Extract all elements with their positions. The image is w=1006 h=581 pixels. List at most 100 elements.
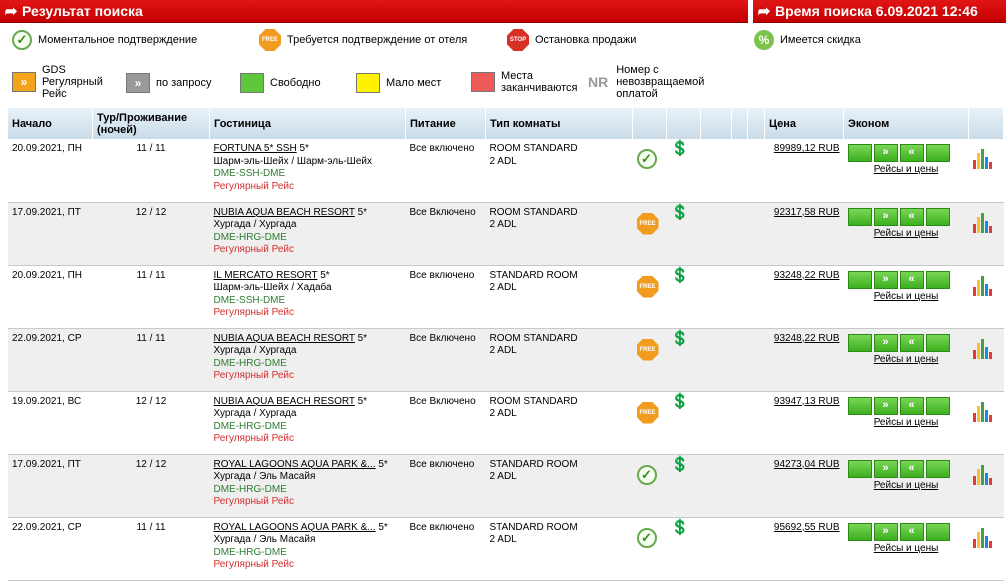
arrow-icon: ➦	[757, 3, 771, 20]
forward-flight-button[interactable]: »	[873, 459, 898, 478]
econom-cell: » « Рейсы и цены	[843, 454, 969, 518]
flights-prices-link[interactable]: Рейсы и цены	[848, 354, 965, 367]
price-link[interactable]: 94273,04 RUB	[774, 459, 840, 470]
flights-prices-link[interactable]: Рейсы и цены	[848, 291, 965, 304]
forward-flight-button[interactable]: »	[873, 270, 898, 289]
forward-flight-button[interactable]: »	[873, 396, 898, 415]
nights: 12 / 12	[92, 202, 210, 266]
price-link[interactable]: 93248,22 RUB	[774, 333, 840, 344]
bar-chart-icon[interactable]	[972, 212, 1000, 233]
econom-buttons: » «	[847, 522, 965, 541]
hotel-link[interactable]: FORTUNA 5* SSH	[214, 143, 297, 154]
hotel-stars: 5*	[357, 332, 368, 344]
flights-prices-link[interactable]: Рейсы и цены	[848, 480, 965, 493]
econom-book-button[interactable]	[847, 522, 872, 541]
hotel-link[interactable]: NUBIA AQUA BEACH RESORT	[214, 333, 355, 344]
legend-label: Мало мест	[386, 77, 442, 89]
hotel-link[interactable]: NUBIA AQUA BEACH RESORT	[214, 207, 355, 218]
bar-chart-icon[interactable]	[972, 275, 1000, 296]
room-adl: 2 ADL	[489, 534, 517, 545]
payment-cell: 💲	[666, 139, 701, 203]
hotel-location: Хургада / Хургада	[213, 408, 297, 419]
hotel-link[interactable]: ROYAL LAGOONS AQUA PARK &...	[214, 522, 376, 533]
col-extra2	[700, 108, 732, 139]
legend-label: Моментальное подтверждение	[38, 34, 198, 46]
search-time-title: Время поиска 6.09.2021 12:46	[775, 3, 978, 19]
econom-option-button[interactable]	[925, 333, 950, 352]
flight-type: Регулярный Рейс	[213, 370, 294, 381]
econom-option-button[interactable]	[925, 207, 950, 226]
price-link[interactable]: 95692,55 RUB	[774, 522, 840, 533]
flights-prices-link[interactable]: Рейсы и цены	[848, 417, 965, 430]
flight-route: DME-HRG-DME	[213, 546, 287, 558]
econom-buttons: » «	[847, 207, 965, 226]
nights: 12 / 12	[92, 454, 210, 518]
col-tour: Тур/Проживание (ночей)	[92, 108, 210, 139]
forward-flight-button[interactable]: »	[873, 333, 898, 352]
price-link[interactable]: 92317,58 RUB	[774, 207, 840, 218]
hotel-stars: 5*	[357, 206, 368, 218]
econom-option-button[interactable]	[925, 144, 950, 162]
bar-chart-icon[interactable]	[972, 338, 1000, 359]
bar-chart-icon[interactable]	[972, 149, 1000, 169]
econom-book-button[interactable]	[847, 459, 872, 478]
flight-route: DME-SSH-DME	[213, 168, 286, 179]
room-cell: ROOM STANDARD 2 ADL	[485, 328, 633, 392]
payment-cell: 💲	[666, 328, 701, 392]
return-flight-button[interactable]: «	[899, 144, 924, 162]
flights-prices-link[interactable]: Рейсы и цены	[848, 228, 965, 241]
hotel-link[interactable]: NUBIA AQUA BEACH RESORT	[214, 396, 355, 407]
hand-money-icon: 💲	[670, 392, 690, 410]
forward-flight-button[interactable]: »	[873, 144, 898, 162]
status-cell: ✓	[632, 454, 667, 518]
free-octagon-icon: FREE	[636, 212, 659, 235]
econom-book-button[interactable]	[847, 144, 872, 162]
room-cell: STANDARD ROOM 2 ADL	[485, 454, 633, 518]
flight-route: DME-SSH-DME	[213, 294, 286, 306]
econom-book-button[interactable]	[847, 207, 872, 226]
return-flight-button[interactable]: «	[899, 207, 924, 226]
price-link[interactable]: 93248,22 RUB	[774, 270, 840, 281]
econom-book-button[interactable]	[847, 270, 872, 289]
room-adl: 2 ADL	[489, 471, 517, 482]
room-type: ROOM STANDARD	[489, 206, 578, 218]
econom-option-button[interactable]	[925, 459, 950, 478]
flights-prices-link[interactable]: Рейсы и цены	[848, 543, 965, 556]
hotel-link[interactable]: IL MERCATO RESORT	[214, 270, 318, 281]
legend-confirm-required: FREE Требуется подтверждение от отеля	[259, 29, 467, 51]
econom-book-button[interactable]	[847, 333, 872, 352]
bar-chart-icon[interactable]	[972, 464, 1000, 485]
meal: Все Включено	[405, 202, 486, 266]
room-cell: ROOM STANDARD 2 ADL	[485, 139, 633, 203]
flights-prices-link[interactable]: Рейсы и цены	[848, 164, 965, 177]
bar-chart-icon[interactable]	[972, 527, 1000, 548]
table-row: 22.09.2021, СР 11 / 11 NUBIA AQUA BEACH RE…	[8, 328, 1004, 392]
return-flight-button[interactable]: «	[899, 333, 924, 352]
econom-cell: » « Рейсы и цены	[843, 517, 969, 581]
econom-option-button[interactable]	[925, 522, 950, 541]
return-flight-button[interactable]: «	[899, 396, 924, 415]
return-flight-button[interactable]: «	[899, 522, 924, 541]
econom-option-button[interactable]	[925, 396, 950, 415]
nights: 12 / 12	[92, 391, 210, 455]
forward-flight-button[interactable]: »	[873, 207, 898, 226]
price-link[interactable]: 93947,13 RUB	[774, 396, 840, 407]
hotel-stars: 5*	[357, 395, 368, 407]
arrow-icon: ➦	[4, 3, 18, 20]
econom-option-button[interactable]	[925, 270, 950, 289]
price-link[interactable]: 89989,12 RUB	[774, 143, 840, 154]
bar-chart-icon[interactable]	[972, 401, 1000, 422]
col-extra4	[747, 108, 765, 139]
hand-money-icon: 💲	[670, 266, 690, 284]
return-flight-button[interactable]: «	[899, 270, 924, 289]
econom-book-button[interactable]	[847, 396, 872, 415]
return-flight-button[interactable]: «	[899, 459, 924, 478]
col-extra1	[666, 108, 701, 139]
hotel-cell: NUBIA AQUA BEACH RESORT 5* Хургада / Хург…	[209, 391, 406, 455]
hotel-stars: 5*	[378, 458, 388, 470]
hotel-link[interactable]: ROYAL LAGOONS AQUA PARK &...	[214, 459, 376, 470]
forward-flight-button[interactable]: »	[873, 522, 898, 541]
payment-cell: 💲	[666, 202, 701, 266]
room-adl: 2 ADL	[489, 219, 517, 230]
table-row: 22.09.2021, СР 11 / 11 ROYAL LAGOONS AQUA …	[8, 517, 1004, 581]
